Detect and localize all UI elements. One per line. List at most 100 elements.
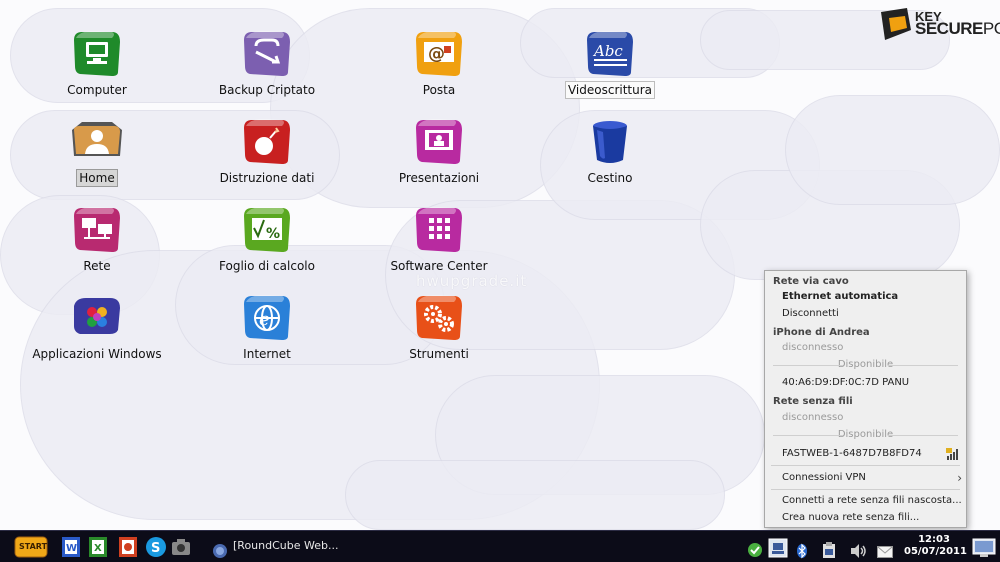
svg-text:Abc: Abc [592, 42, 623, 60]
desktop: hwupgrade.it KEY SECUREPC Computer Backu… [0, 0, 1000, 530]
volume-icon[interactable] [849, 539, 867, 562]
software-center-icon [416, 206, 462, 252]
icon-label: Distruzione dati [192, 171, 342, 185]
logo-text-line2: SECUREPC [915, 20, 1000, 37]
menu-divider [771, 489, 960, 490]
word-app-icon[interactable]: W [60, 535, 82, 559]
icon-label-text: Cestino [587, 171, 633, 185]
icon-label: Home [22, 169, 172, 187]
tools-icon [416, 294, 462, 340]
svg-text:%: % [266, 226, 280, 242]
icon-label: Videoscrittura [535, 81, 685, 99]
icon-label-text: Foglio di calcolo [219, 259, 315, 273]
icon-label-text: Backup Criptato [218, 83, 316, 97]
icon-label-text: Applicazioni Windows [32, 347, 162, 361]
icon-label-text: Presentazioni [398, 171, 480, 185]
windows-apps-icon [74, 298, 120, 334]
menu-item-bt-device[interactable]: 40:A6:D9:DF:0C:7D PANU [765, 375, 966, 391]
menu-item-create-new[interactable]: Crea nuova rete senza fili... [765, 510, 966, 526]
menu-header-wired: Rete via cavo [773, 276, 849, 287]
vpn-label: Connessioni VPN [782, 472, 866, 483]
desktop-icon-presentazioni[interactable]: Presentazioni [364, 116, 514, 196]
menu-item-connect-hidden[interactable]: Connetti a rete senza fili nascosta... [765, 493, 966, 509]
network-icon [74, 206, 120, 252]
desktop-icon-foglio-di-calcolo[interactable]: % Foglio di calcolo [192, 204, 342, 284]
menu-item-disconnect[interactable]: Disconnetti [765, 306, 966, 322]
presentation-icon [416, 118, 462, 164]
icon-label: Applicazioni Windows [22, 347, 172, 361]
start-button[interactable]: START [14, 535, 48, 559]
signal-strength-icon [946, 448, 958, 460]
backup-icon [244, 30, 290, 76]
desktop-icon-backup-criptato[interactable]: Backup Criptato [192, 28, 342, 108]
desktop-icon-rete[interactable]: Rete [22, 204, 172, 284]
internet-icon: e [244, 294, 290, 340]
icon-label: Cestino [535, 171, 685, 185]
icon-label: Software Center [364, 259, 514, 273]
start-label: START [19, 542, 48, 551]
desktop-icon-computer[interactable]: Computer [22, 28, 172, 108]
menu-item-wireless-status: disconnesso [782, 412, 844, 423]
spreadsheet-icon: % [244, 206, 290, 252]
keysecurepc-logo: KEY SECUREPC [877, 6, 1000, 42]
svg-text:@: @ [428, 44, 445, 64]
icon-label: Posta [364, 83, 514, 97]
menu-separator-available: Disponibile [765, 357, 966, 373]
icon-label: Presentazioni [364, 171, 514, 185]
menu-item-wifi-network[interactable]: FASTWEB-1-6487D7B8FD74 [765, 446, 966, 462]
svg-text:X: X [94, 543, 102, 554]
desktop-icon-home[interactable]: Home [22, 116, 172, 196]
desktop-icon-videoscrittura[interactable]: Abc Videoscrittura [535, 28, 685, 108]
desktop-icon-strumenti[interactable]: Strumenti [364, 292, 514, 372]
clipboard-icon[interactable] [821, 538, 837, 562]
desktop-icon-internet[interactable]: e Internet [192, 292, 342, 372]
icon-label: Backup Criptato [192, 83, 342, 97]
icon-label: Internet [192, 347, 342, 361]
clock-date: 05/07/2011 [904, 546, 967, 557]
menu-divider [771, 465, 960, 466]
bg-shape [785, 95, 1000, 205]
icon-label-text: Computer [67, 83, 127, 97]
menu-item-vpn[interactable]: Connessioni VPN › [765, 470, 966, 486]
network-tray-icon[interactable] [768, 536, 788, 560]
svg-text:S: S [151, 541, 160, 556]
clock[interactable]: 12:03 05/07/2011 [904, 534, 967, 558]
menu-header-wireless: Rete senza fili [773, 396, 853, 407]
bg-shape [345, 460, 725, 530]
menu-item-ethernet-auto[interactable]: Ethernet automatica [765, 289, 966, 305]
icon-label-text: Strumenti [409, 347, 469, 361]
icon-label-text: Software Center [390, 259, 488, 273]
browser-window-icon[interactable] [212, 539, 228, 562]
logo-text-rest: PC [982, 19, 1000, 38]
menu-header-iphone: iPhone di Andrea [773, 327, 870, 338]
icon-label: Foglio di calcolo [192, 259, 342, 273]
logo-text-bold: SECURE [915, 19, 983, 38]
icon-label-text: Videoscrittura [564, 81, 656, 99]
powerpoint-app-icon[interactable] [117, 535, 139, 559]
menu-item-iphone-status: disconnesso [782, 342, 844, 353]
taskbar-window-title[interactable]: [RoundCube Web... [233, 539, 338, 552]
word-processor-icon: Abc [587, 30, 633, 76]
icon-label-text: Home [76, 169, 118, 187]
desktop-icon-distruzione-dati[interactable]: Distruzione dati [192, 116, 342, 196]
desktop-icon-applicazioni-windows[interactable]: Applicazioni Windows [22, 292, 172, 372]
menu-separator-available: Disponibile [765, 427, 966, 443]
icon-label: Strumenti [364, 347, 514, 361]
icon-label: Rete [22, 259, 172, 273]
svg-text:e: e [259, 309, 270, 330]
update-icon[interactable] [746, 538, 764, 562]
bluetooth-icon[interactable] [796, 539, 808, 562]
icon-label-text: Distruzione dati [219, 171, 315, 185]
excel-app-icon[interactable]: X [87, 535, 109, 559]
chevron-right-icon: › [957, 471, 962, 485]
desktop-icon-cestino[interactable]: Cestino [535, 116, 685, 196]
desktop-icon-posta[interactable]: @ Posta [364, 28, 514, 108]
desktop-icon-software-center[interactable]: Software Center [364, 204, 514, 284]
wifi-network-label: FASTWEB-1-6487D7B8FD74 [782, 448, 922, 459]
show-desktop-icon[interactable] [972, 536, 996, 560]
camera-icon[interactable] [170, 535, 192, 559]
skype-icon[interactable]: S [145, 535, 167, 559]
mail-tray-icon[interactable] [877, 540, 893, 562]
icon-label-text: Rete [83, 259, 111, 273]
trash-icon [593, 121, 627, 163]
